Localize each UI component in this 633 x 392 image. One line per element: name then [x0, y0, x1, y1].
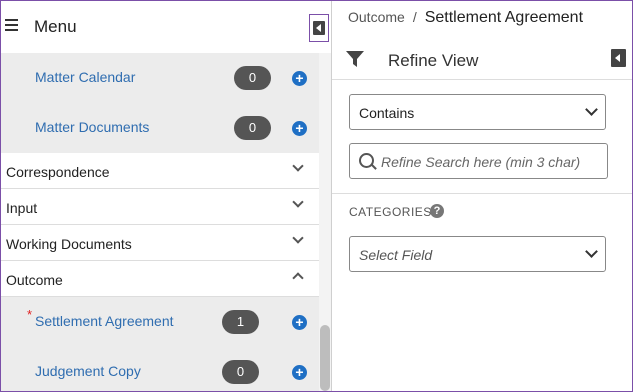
breadcrumb-current: Settlement Agreement	[424, 9, 584, 26]
refine-view-title: Refine View	[388, 51, 479, 70]
matter-documents-link[interactable]: Matter Documents	[35, 119, 149, 135]
chevron-down-icon[interactable]	[293, 234, 303, 244]
menu-item-matter-documents[interactable]: Matter Documents 0 +	[1, 103, 319, 153]
section-input[interactable]: Input	[1, 189, 319, 225]
menu-item-judgement-copy[interactable]: Judgement Copy 0 +	[1, 347, 319, 391]
chevron-down-icon	[586, 247, 596, 257]
app-frame: Menu Matter Calendar 0 + Matter Document…	[0, 0, 633, 392]
search-icon	[359, 153, 374, 168]
add-icon[interactable]: +	[292, 365, 307, 380]
menu-list: Matter Calendar 0 + Matter Documents 0 +…	[1, 53, 319, 391]
breadcrumb: Outcome / Settlement Agreement	[348, 9, 583, 27]
menu-panel: Menu Matter Calendar 0 + Matter Document…	[1, 1, 331, 391]
menu-item-settlement-agreement[interactable]: * Settlement Agreement 1 +	[1, 297, 319, 347]
count-badge: 0	[234, 116, 271, 140]
search-placeholder: Refine Search here (min 3 char)	[381, 154, 581, 170]
menu-header: Menu	[1, 1, 331, 51]
help-icon[interactable]: ?	[430, 204, 444, 218]
breadcrumb-separator: /	[412, 9, 417, 25]
menu-title: Menu	[34, 17, 77, 36]
refine-search-input[interactable]: Refine Search here (min 3 char)	[349, 143, 608, 179]
add-icon[interactable]: +	[292, 71, 307, 86]
content-panel: Outcome / Settlement Agreement Refine View…	[332, 1, 632, 391]
section-outcome[interactable]: Outcome	[1, 261, 319, 297]
add-icon[interactable]: +	[292, 121, 307, 136]
collapse-left-icon	[313, 21, 325, 35]
count-badge: 1	[222, 310, 259, 334]
section-correspondence[interactable]: Correspondence	[1, 153, 319, 189]
field-select[interactable]: Select Field	[349, 236, 606, 272]
matter-calendar-link[interactable]: Matter Calendar	[35, 69, 135, 85]
chevron-down-icon[interactable]	[293, 198, 303, 208]
required-marker: *	[27, 307, 33, 322]
judgement-copy-link[interactable]: Judgement Copy	[35, 363, 141, 379]
collapse-menu-button[interactable]	[309, 14, 329, 42]
chevron-down-icon	[586, 105, 596, 115]
count-badge: 0	[222, 360, 259, 384]
scrollbar-thumb[interactable]	[320, 325, 330, 391]
match-mode-value: Contains	[359, 105, 415, 121]
collapse-panel-button[interactable]	[611, 49, 626, 67]
section-working-documents[interactable]: Working Documents	[1, 225, 319, 261]
matter-items: Matter Calendar 0 + Matter Documents 0 +	[1, 53, 319, 153]
categories-label: CATEGORIES	[349, 205, 432, 219]
filter-icon	[346, 51, 364, 67]
chevron-up-icon[interactable]	[293, 270, 303, 280]
section-label: Working Documents	[6, 236, 132, 252]
menu-item-matter-calendar[interactable]: Matter Calendar 0 +	[1, 53, 319, 103]
section-label: Outcome	[6, 272, 63, 288]
hamburger-icon[interactable]	[5, 19, 18, 32]
chevron-down-icon[interactable]	[293, 162, 303, 172]
menu-scrollbar[interactable]	[319, 53, 331, 391]
refine-view-header: Refine View	[332, 41, 632, 80]
breadcrumb-parent[interactable]: Outcome	[348, 9, 405, 25]
match-mode-select[interactable]: Contains	[349, 94, 606, 130]
field-select-placeholder: Select Field	[359, 247, 433, 263]
section-label: Input	[6, 200, 38, 216]
add-icon[interactable]: +	[292, 315, 307, 330]
outcome-items: * Settlement Agreement 1 + Judgement Cop…	[1, 297, 319, 391]
settlement-agreement-link[interactable]: Settlement Agreement	[35, 313, 174, 329]
divider	[332, 193, 632, 194]
count-badge: 0	[234, 66, 271, 90]
section-label: Correspondence	[6, 164, 110, 180]
